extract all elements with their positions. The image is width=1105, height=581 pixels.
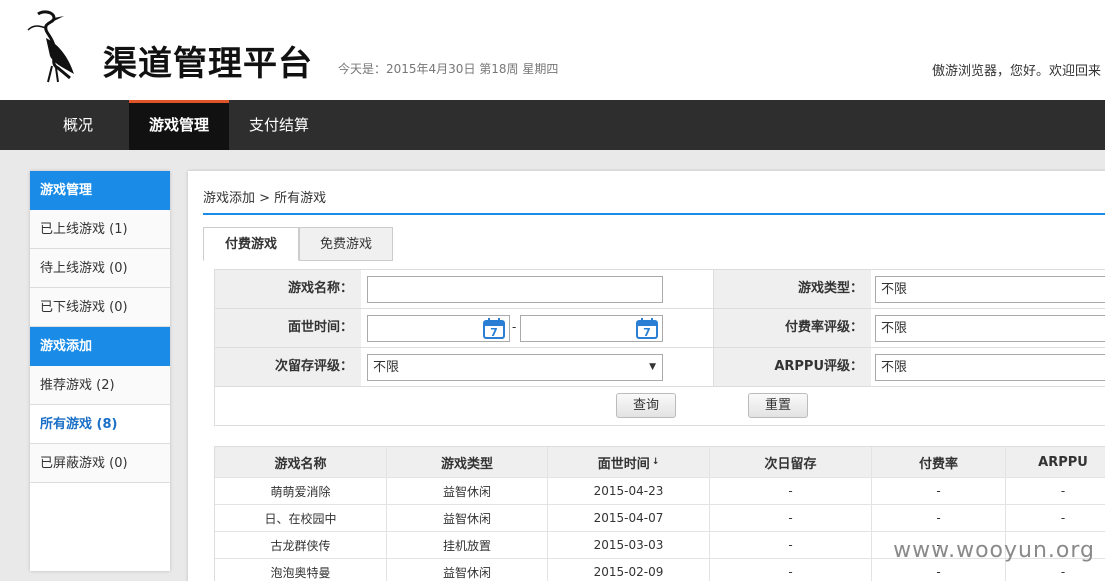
table-cell: -	[710, 505, 872, 531]
table-cell: -	[872, 505, 1006, 531]
table-cell: 萌萌爱消除	[215, 478, 387, 504]
retention-value: 不限	[373, 360, 400, 375]
table-cell: 2015-03-03	[548, 532, 710, 558]
nav-item-payment[interactable]: 支付结算	[229, 100, 329, 150]
game-type-value: 不限	[881, 282, 908, 297]
sidebar-item-all-games[interactable]: 所有游戏 (8)	[30, 405, 170, 444]
query-button[interactable]: 查询	[616, 393, 676, 418]
sidebar-section-game-management: 游戏管理	[30, 171, 170, 210]
content-panel: 游戏添加 > 所有游戏 付费游戏 免费游戏 游戏名称： 游戏类型： 不限 面世时…	[188, 171, 1105, 581]
calendar-icon[interactable]: 7	[636, 318, 658, 339]
table-cell: 日、在校园中	[215, 505, 387, 531]
column-header[interactable]: 次日留存	[710, 447, 872, 477]
filter-row: 游戏名称： 游戏类型： 不限	[215, 270, 1105, 309]
table-cell: 2015-04-07	[548, 505, 710, 531]
welcome-text: 傲游浏览器，您好。欢迎回来	[931, 64, 1101, 79]
table-cell: 益智休闲	[387, 478, 548, 504]
reset-button[interactable]: 重置	[748, 393, 808, 418]
pay-rate-select[interactable]: 不限	[875, 315, 1105, 342]
dropdown-arrow-icon: ▼	[649, 362, 656, 372]
top-nav: 概况 游戏管理 支付结算	[0, 100, 1105, 150]
header: 渠道管理平台 今天是：2015年4月30日 第18周 星期四 傲游浏览器，您好。…	[0, 0, 1105, 100]
filter-row: 次留存评级： 不限 ▼ ARPPU评级： 不限	[215, 348, 1105, 387]
sidebar: 游戏管理 已上线游戏 (1) 待上线游戏 (0) 已下线游戏 (0) 游戏添加 …	[30, 171, 170, 571]
table-cell: -	[710, 559, 872, 581]
arppu-select[interactable]: 不限	[875, 354, 1105, 381]
table-cell: 挂机放置	[387, 532, 548, 558]
game-name-label: 游戏名称：	[215, 270, 361, 308]
tab-paid-games[interactable]: 付费游戏	[203, 227, 299, 261]
filter-form: 游戏名称： 游戏类型： 不限 面世时间： 7 - 7 付费率评级： 不限 次留存…	[214, 269, 1105, 426]
calendar-icon[interactable]: 7	[483, 318, 505, 339]
arppu-value: 不限	[881, 360, 908, 375]
column-header[interactable]: ARPPU	[1006, 447, 1105, 477]
table-cell: 益智休闲	[387, 505, 548, 531]
sort-down-icon: ↓	[651, 457, 660, 467]
table-cell: -	[872, 478, 1006, 504]
table-cell: -	[710, 532, 872, 558]
breadcrumb: 游戏添加 > 所有游戏	[203, 191, 327, 206]
arppu-label: ARPPU评级：	[713, 348, 871, 386]
table-cell: 2015-04-23	[548, 478, 710, 504]
game-name-input[interactable]	[367, 276, 663, 303]
retention-label: 次留存评级：	[215, 348, 361, 386]
nav-item-game-management[interactable]: 游戏管理	[129, 100, 229, 150]
column-header[interactable]: 付费率	[872, 447, 1006, 477]
retention-select[interactable]: 不限 ▼	[367, 354, 663, 381]
crane-logo-icon	[27, 10, 74, 83]
nav-item-overview[interactable]: 概况	[28, 100, 128, 150]
tab-free-games[interactable]: 免费游戏	[299, 227, 393, 261]
table-cell: -	[710, 478, 872, 504]
table-row[interactable]: 日、在校园中 益智休闲 2015-04-07 - - -	[215, 505, 1105, 532]
table-cell: -	[1060, 484, 1066, 498]
sidebar-item-recommended-games[interactable]: 推荐游戏 (2)	[30, 366, 170, 405]
filter-row: 面世时间： 7 - 7 付费率评级： 不限	[215, 309, 1105, 348]
game-type-label: 游戏类型：	[713, 270, 871, 308]
date-text: 今天是：2015年4月30日 第18周 星期四	[338, 62, 559, 76]
game-type-select[interactable]: 不限	[875, 276, 1105, 303]
sidebar-item-pending-games[interactable]: 待上线游戏 (0)	[30, 249, 170, 288]
table-cell: 益智休闲	[387, 559, 548, 581]
table-cell: 古龙群侠传	[215, 532, 387, 558]
pay-rate-value: 不限	[881, 321, 908, 336]
calendar-day: 7	[643, 326, 651, 339]
sidebar-item-online-games[interactable]: 已上线游戏 (1)	[30, 210, 170, 249]
release-time-label: 面世时间：	[215, 309, 361, 347]
sidebar-item-offline-games[interactable]: 已下线游戏 (0)	[30, 288, 170, 327]
column-header[interactable]: 游戏名称	[215, 447, 387, 477]
pay-rate-label: 付费率评级：	[713, 309, 871, 347]
sidebar-section-game-add: 游戏添加	[30, 327, 170, 366]
filter-actions: 查询 重置	[215, 387, 1105, 425]
calendar-day: 7	[490, 326, 498, 339]
sidebar-item-blocked-games[interactable]: 已屏蔽游戏 (0)	[30, 444, 170, 483]
column-header[interactable]: 游戏类型	[387, 447, 548, 477]
table-cell: -	[1060, 511, 1066, 525]
watermark: www.wooyun.org	[893, 538, 1095, 563]
column-header-release-time[interactable]: 面世时间 ↓	[548, 447, 710, 477]
app-title: 渠道管理平台	[103, 44, 313, 84]
breadcrumb-divider	[203, 213, 1105, 215]
table-cell: 2015-02-09	[548, 559, 710, 581]
table-row[interactable]: 萌萌爱消除 益智休闲 2015-04-23 - - -	[215, 478, 1105, 505]
column-header-label: 面世时间	[597, 456, 650, 472]
release-start-date-input[interactable]: 7	[367, 315, 510, 342]
release-end-date-input[interactable]: 7	[520, 315, 663, 342]
table-cell: 泡泡奥特曼	[215, 559, 387, 581]
table-header: 游戏名称 游戏类型 面世时间 ↓ 次日留存 付费率 ARPPU	[215, 447, 1105, 478]
date-separator: -	[512, 320, 517, 334]
